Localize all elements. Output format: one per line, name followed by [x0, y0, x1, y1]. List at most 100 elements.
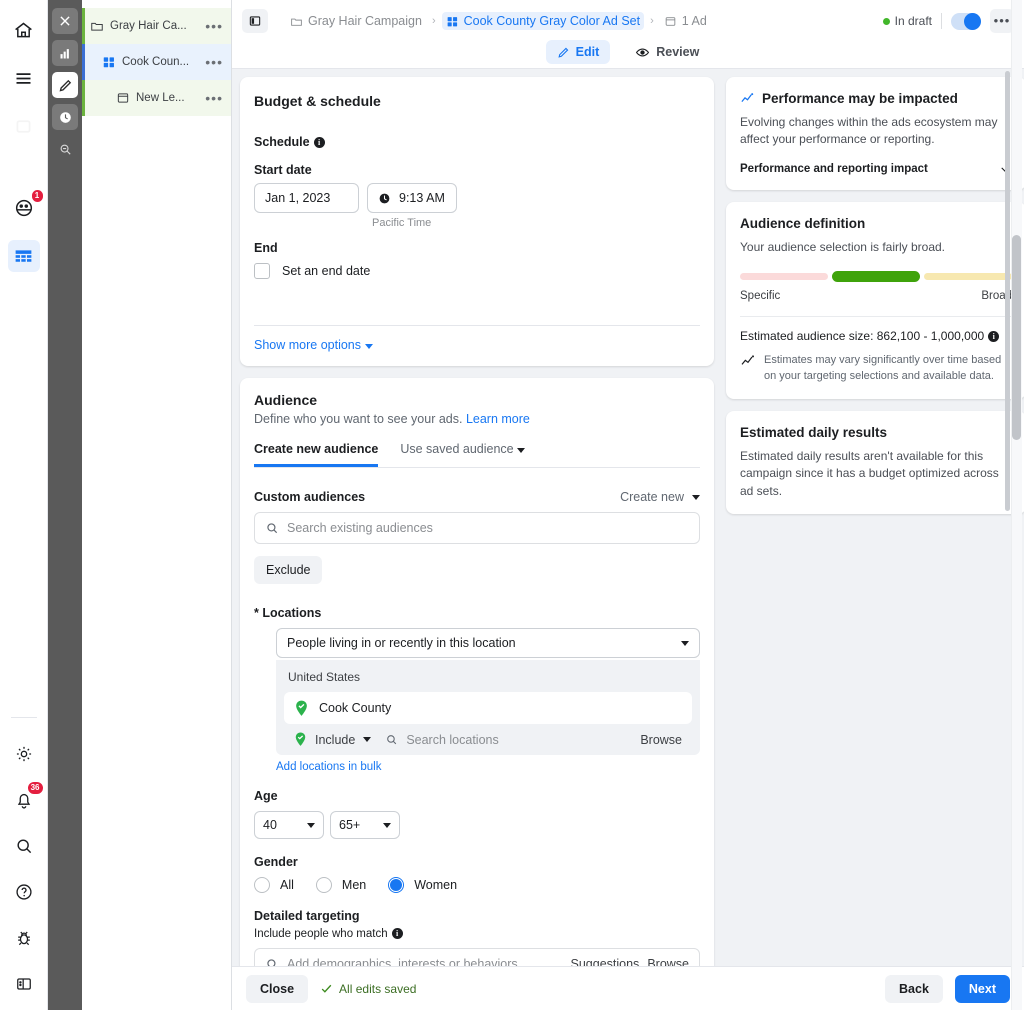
- learn-more-link[interactable]: Learn more: [466, 412, 530, 426]
- notifications-icon[interactable]: 1: [8, 189, 44, 224]
- tree-item-more-button[interactable]: •••: [205, 90, 231, 105]
- performance-impact-collapse[interactable]: Performance and reporting impact: [740, 163, 1012, 176]
- info-icon[interactable]: i: [313, 137, 325, 148]
- window-scrollbar[interactable]: [1011, 0, 1022, 1010]
- browse-locations-button[interactable]: Browse: [640, 733, 682, 747]
- tree-item-more-button[interactable]: •••: [205, 18, 231, 33]
- search-icon[interactable]: [8, 830, 40, 862]
- tree-item-ad[interactable]: New Le... •••: [82, 80, 231, 116]
- content-scroll-area[interactable]: Budget & schedule Schedule i Start date J…: [232, 69, 1024, 966]
- scrollbar-track[interactable]: [1011, 0, 1022, 1010]
- gear-icon[interactable]: [8, 738, 40, 770]
- menu-icon[interactable]: [8, 62, 40, 94]
- breadcrumb-campaign[interactable]: Gray Hair Campaign: [286, 12, 426, 30]
- folder-icon: [90, 19, 104, 33]
- gender-label-all: All: [280, 878, 294, 892]
- info-icon[interactable]: i: [988, 331, 1000, 343]
- divider: [941, 13, 942, 29]
- estimated-audience-size-label: Estimated audience size:: [740, 329, 874, 344]
- audience-breadth-meter: [740, 270, 1012, 282]
- rail-divider: [10, 717, 37, 718]
- performance-impact-header: Performance may be impacted: [740, 91, 1012, 106]
- create-new-audience-button[interactable]: Create new: [620, 490, 700, 504]
- panel-icon[interactable]: [8, 968, 40, 1000]
- tree-item-label: Cook Coun...: [122, 56, 190, 68]
- adset-icon: [102, 55, 116, 69]
- tree-item-label: Gray Hair Ca...: [110, 20, 187, 32]
- budget-schedule-card: Budget & schedule Schedule i Start date J…: [240, 77, 714, 366]
- clock-icon: [379, 193, 390, 203]
- folder-icon: [291, 18, 302, 26]
- chart-icon[interactable]: [52, 40, 78, 66]
- location-item-cook-county[interactable]: Cook County: [284, 692, 692, 724]
- breadcrumb-separator: ›: [431, 15, 436, 27]
- tree-item-campaign[interactable]: Gray Hair Ca... •••: [82, 8, 231, 44]
- ad-icon: [665, 16, 676, 26]
- help-icon[interactable]: [8, 876, 40, 908]
- chevron-down-icon[interactable]: [363, 737, 372, 742]
- tree-item-adset[interactable]: Cook Coun... •••: [82, 44, 231, 80]
- close-icon[interactable]: [52, 8, 78, 34]
- tab-review[interactable]: Review: [624, 40, 710, 65]
- gender-radio-all[interactable]: [254, 877, 270, 893]
- estimated-daily-results-card: Estimated daily results Estimated daily …: [726, 411, 1024, 515]
- search-audiences-input[interactable]: Search existing audiences: [254, 512, 700, 544]
- detailed-targeting-input[interactable]: Add demographics, interests or behaviors…: [254, 948, 700, 966]
- budget-schedule-title: Budget & schedule: [254, 93, 381, 109]
- editor-column: Budget & schedule Schedule i Start date J…: [240, 77, 714, 966]
- tab-edit[interactable]: Edit: [545, 40, 611, 64]
- audience-subtitle: Define who you want to see your ads. Lea…: [254, 412, 700, 426]
- inner-scrollbar-thumb[interactable]: [1005, 71, 1010, 511]
- suggestions-button[interactable]: Suggestions: [571, 957, 640, 966]
- exclude-button[interactable]: Exclude: [254, 556, 323, 584]
- next-button[interactable]: Next: [954, 974, 1010, 1003]
- breadcrumb-ad[interactable]: 1 Ad: [660, 12, 711, 30]
- breadcrumb-row: Gray Hair Campaign › Cook County Gray Co…: [242, 6, 1014, 36]
- audience-estimate-note: Estimates may vary significantly over ti…: [740, 353, 1012, 385]
- tree-item-more-button[interactable]: •••: [205, 54, 231, 69]
- browse-targeting-button[interactable]: Browse: [647, 957, 689, 966]
- tab-edit-label: Edit: [575, 45, 600, 59]
- gender-label: Gender: [254, 855, 298, 869]
- start-date-input[interactable]: Jan 1, 2023: [254, 183, 359, 213]
- close-button[interactable]: Close: [246, 974, 309, 1003]
- bug-icon[interactable]: [8, 922, 40, 954]
- tab-use-saved-audience[interactable]: Use saved audience: [400, 442, 526, 467]
- gender-radio-men[interactable]: [315, 877, 332, 893]
- publish-toggle[interactable]: [951, 12, 981, 30]
- meter-segment-specific: [740, 272, 828, 280]
- set-end-date-checkbox[interactable]: [254, 263, 270, 279]
- age-min-select[interactable]: 40: [254, 811, 324, 839]
- inspect-icon[interactable]: [52, 136, 78, 162]
- gender-label-men: Men: [341, 878, 367, 892]
- search-locations-placeholder[interactable]: Search locations: [406, 733, 498, 747]
- back-button[interactable]: Back: [885, 974, 943, 1003]
- show-more-options-button[interactable]: Show more options: [240, 326, 714, 366]
- table-icon[interactable]: [7, 240, 40, 272]
- home-icon[interactable]: [8, 14, 40, 46]
- meter-segment-balanced: [832, 270, 920, 282]
- panel-toggle-icon[interactable]: [242, 9, 268, 33]
- tab-create-new-audience[interactable]: Create new audience: [254, 442, 379, 467]
- bell-icon[interactable]: 36: [8, 781, 44, 816]
- location-mode-select[interactable]: People living in or recently in this loc…: [276, 628, 700, 658]
- audience-tabs: Create new audience Use saved audience: [254, 442, 700, 468]
- audience-definition-card: Audience definition Your audience select…: [726, 201, 1024, 400]
- start-time-input[interactable]: 9:13 AM: [367, 183, 457, 213]
- top-bar-actions: In draft •••: [882, 9, 1014, 33]
- history-icon[interactable]: [52, 104, 78, 130]
- info-icon[interactable]: i: [391, 928, 403, 939]
- gender-radio-women[interactable]: [388, 877, 405, 893]
- breadcrumb-adset-label: Cook County Gray Color Ad Set: [463, 14, 641, 28]
- bottom-action-bar: Close All edits saved Back Next: [232, 966, 1024, 1010]
- add-locations-in-bulk-link[interactable]: Add locations in bulk: [276, 761, 700, 773]
- meter-label-specific: Specific: [740, 290, 781, 303]
- age-max-select[interactable]: 65+: [330, 811, 400, 839]
- app-root: 1 36 Gray Hair Ca... ••• Cook Coun... ••…: [0, 0, 1024, 1010]
- scrollbar-thumb[interactable]: [1012, 235, 1021, 440]
- include-label[interactable]: Include: [315, 733, 355, 747]
- trend-icon: [741, 93, 754, 103]
- schedule-label-text: Schedule: [254, 135, 310, 149]
- breadcrumb-adset[interactable]: Cook County Gray Color Ad Set: [441, 12, 645, 30]
- edit-icon[interactable]: [52, 72, 78, 98]
